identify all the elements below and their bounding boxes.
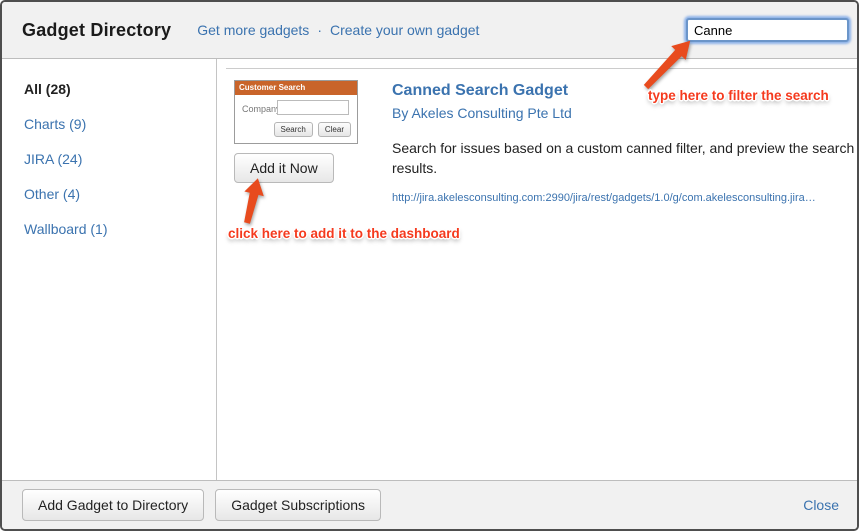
add-gadget-to-directory-button[interactable]: Add Gadget to Directory (22, 489, 204, 521)
sidebar-item-charts[interactable]: Charts (9) (24, 116, 216, 132)
create-your-own-gadget-link[interactable]: Create your own gadget (330, 22, 479, 38)
search-wrap (686, 18, 849, 42)
gadget-info-column: Canned Search Gadget By Akeles Consultin… (392, 80, 859, 206)
gadget-thumbnail-column: Customer Search Company Search Clear Add… (234, 80, 379, 206)
header-links: Get more gadgets · Create your own gadge… (197, 22, 479, 38)
thumbnail-title: Customer Search (235, 81, 357, 95)
sidebar-item-wallboard[interactable]: Wallboard (1) (24, 221, 216, 237)
gadget-title-link[interactable]: Canned Search Gadget (392, 82, 859, 100)
gadget-url-link[interactable]: http://jira.akelesconsulting.com:2990/ji… (392, 192, 816, 204)
get-more-gadgets-link[interactable]: Get more gadgets (197, 22, 309, 38)
sidebar-item-jira[interactable]: JIRA (24) (24, 151, 216, 167)
thumbnail-buttons: Search Clear (274, 122, 351, 137)
sidebar-item-other[interactable]: Other (4) (24, 186, 216, 202)
thumbnail-field-label: Company (242, 104, 281, 114)
gadget-subscriptions-button[interactable]: Gadget Subscriptions (215, 489, 381, 521)
gadget-thumbnail-preview: Customer Search Company Search Clear (234, 80, 358, 144)
dialog-header: Gadget Directory Get more gadgets · Crea… (2, 2, 857, 59)
dialog-body: All (28) Charts (9) JIRA (24) Other (4) … (2, 59, 857, 480)
gadget-filter-search-input[interactable] (686, 18, 849, 42)
gadget-list-item: Customer Search Company Search Clear Add… (226, 68, 859, 206)
thumbnail-clear-button: Clear (318, 122, 351, 137)
thumbnail-search-button: Search (274, 122, 313, 137)
gadget-list: Customer Search Company Search Clear Add… (217, 59, 859, 480)
link-separator: · (317, 22, 322, 38)
add-it-now-button[interactable]: Add it Now (234, 153, 334, 183)
gadget-description: Search for issues based on a custom cann… (392, 138, 859, 179)
close-dialog-link[interactable]: Close (803, 497, 839, 513)
thumbnail-company-input (277, 100, 349, 115)
gadget-byline: By Akeles Consulting Pte Ltd (392, 105, 859, 121)
gadget-directory-dialog: Gadget Directory Get more gadgets · Crea… (0, 0, 859, 531)
thumbnail-body: Company Search Clear (235, 95, 357, 143)
category-sidebar: All (28) Charts (9) JIRA (24) Other (4) … (2, 59, 217, 480)
dialog-footer: Add Gadget to Directory Gadget Subscript… (2, 480, 857, 529)
dialog-title: Gadget Directory (22, 20, 171, 41)
sidebar-item-all[interactable]: All (28) (24, 81, 216, 97)
